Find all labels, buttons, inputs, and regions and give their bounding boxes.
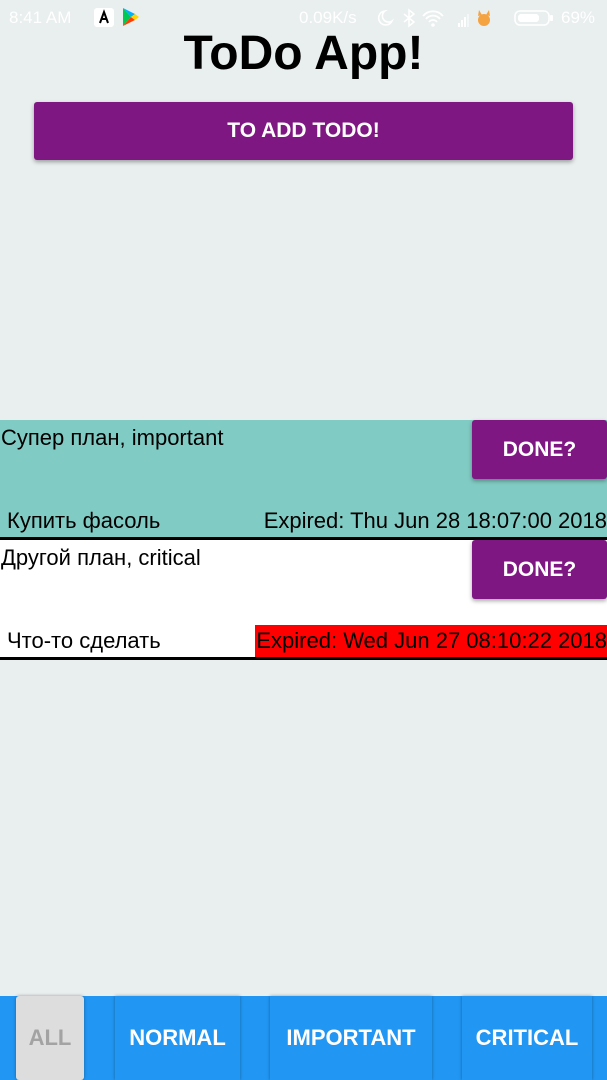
done-button[interactable]: DONE? (472, 420, 607, 479)
todo-title: Супер план, important (1, 425, 224, 450)
todo-item: Супер план, important DONE? Купить фасол… (0, 420, 607, 540)
todo-description: Что-то сделать (7, 628, 161, 653)
todo-description: Купить фасоль (7, 508, 161, 533)
add-todo-button[interactable]: TO ADD TODO! (34, 102, 573, 160)
todo-expired-date: Expired: Wed Jun 27 08:10:22 2018 (255, 625, 607, 657)
filter-normal-button[interactable]: NORMAL (115, 996, 240, 1080)
todo-title: Другой план, critical (1, 545, 201, 570)
todo-expired-date: Expired: Thu Jun 28 18:07:00 2018 (263, 508, 607, 533)
filter-all-button[interactable]: ALL (16, 996, 84, 1080)
page-title: ToDo App! (183, 27, 424, 80)
filter-bar: ALL NORMAL IMPORTANT CRITICAL (0, 996, 607, 1080)
filter-critical-button[interactable]: CRITICAL (462, 996, 592, 1080)
filter-important-button[interactable]: IMPORTANT (270, 996, 432, 1080)
done-button[interactable]: DONE? (472, 540, 607, 599)
moon-icon (377, 9, 395, 26)
todo-item: Другой план, critical DONE? Что-то сдела… (0, 540, 607, 660)
